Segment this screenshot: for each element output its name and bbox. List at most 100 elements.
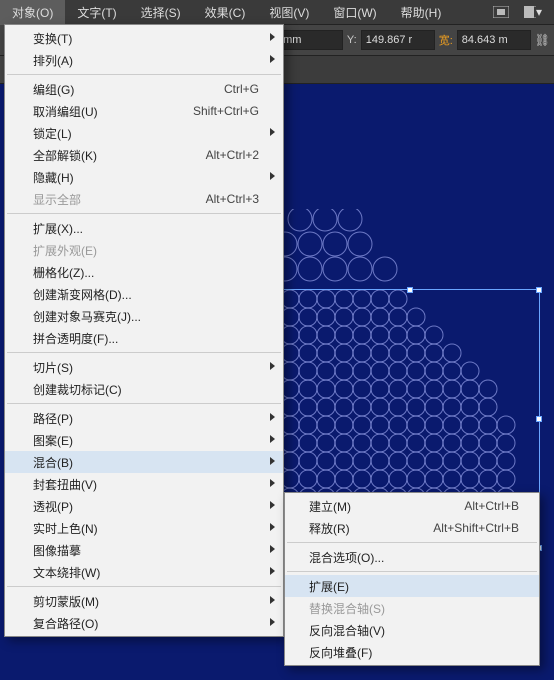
object-menu-item-21[interactable]: 图案(E) xyxy=(5,429,283,451)
w-label: 宽: xyxy=(439,32,453,48)
object-menu-item-15[interactable]: 拼合透明度(F)... xyxy=(5,327,283,349)
menu-item-label: 透视(P) xyxy=(33,498,259,515)
submenu-arrow-icon xyxy=(270,523,275,531)
object-menu-item-24[interactable]: 透视(P) xyxy=(5,495,283,517)
menu-item-label: 排列(A) xyxy=(33,52,259,69)
object-menu-item-20[interactable]: 路径(P) xyxy=(5,407,283,429)
object-menu-item-29[interactable]: 剪切蒙版(M) xyxy=(5,590,283,612)
menu-item-label: 创建对象马赛克(J)... xyxy=(33,308,259,325)
submenu-arrow-icon xyxy=(270,501,275,509)
object-menu-item-23[interactable]: 封套扭曲(V) xyxy=(5,473,283,495)
blend-submenu-separator xyxy=(287,542,537,543)
blend-submenu-separator xyxy=(287,571,537,572)
menu-效果[interactable]: 效果(C) xyxy=(193,0,258,25)
object-menu-item-25[interactable]: 实时上色(N) xyxy=(5,517,283,539)
menu-对象[interactable]: 对象(O) xyxy=(0,0,65,25)
object-menu: 变换(T)排列(A)编组(G)Ctrl+G取消编组(U)Shift+Ctrl+G… xyxy=(4,24,284,637)
object-menu-item-4[interactable]: 取消编组(U)Shift+Ctrl+G xyxy=(5,100,283,122)
menu-文字[interactable]: 文字(T) xyxy=(65,0,128,25)
blend-submenu-item-7[interactable]: 反向混合轴(V) xyxy=(285,619,539,641)
submenu-arrow-icon xyxy=(270,545,275,553)
blend-submenu-item-1[interactable]: 释放(R)Alt+Shift+Ctrl+B xyxy=(285,517,539,539)
submenu-arrow-icon xyxy=(270,479,275,487)
menu-item-label: 取消编组(U) xyxy=(33,103,193,120)
object-menu-item-0[interactable]: 变换(T) xyxy=(5,27,283,49)
submenu-arrow-icon xyxy=(270,172,275,180)
object-menu-item-22[interactable]: 混合(B) xyxy=(5,451,283,473)
blend-submenu-item-3[interactable]: 混合选项(O)... xyxy=(285,546,539,568)
object-menu-item-12[interactable]: 栅格化(Z)... xyxy=(5,261,283,283)
menu-item-label: 文本绕排(W) xyxy=(33,564,259,581)
link-icon[interactable]: ⛓ xyxy=(535,33,550,47)
menu-item-label: 切片(S) xyxy=(33,359,259,376)
object-menu-item-1[interactable]: 排列(A) xyxy=(5,49,283,71)
menu-item-label: 封套扭曲(V) xyxy=(33,476,259,493)
object-menu-item-3[interactable]: 编组(G)Ctrl+G xyxy=(5,78,283,100)
object-menu-item-14[interactable]: 创建对象马赛克(J)... xyxy=(5,305,283,327)
menu-item-label: 扩展(X)... xyxy=(33,220,259,237)
window-icon-1[interactable] xyxy=(492,3,510,21)
menubar: 对象(O)文字(T)选择(S)效果(C)视图(V)窗口(W)帮助(H) ▾ xyxy=(0,0,554,24)
menu-item-label: 实时上色(N) xyxy=(33,520,259,537)
menu-item-label: 反向堆叠(F) xyxy=(309,644,519,661)
handle-ne[interactable] xyxy=(536,287,542,293)
menu-item-label: 变换(T) xyxy=(33,30,259,47)
submenu-arrow-icon xyxy=(270,618,275,626)
submenu-arrow-icon xyxy=(270,435,275,443)
object-menu-item-17[interactable]: 切片(S) xyxy=(5,356,283,378)
menu-帮助[interactable]: 帮助(H) xyxy=(389,0,454,25)
menu-item-label: 复合路径(O) xyxy=(33,615,259,632)
object-menu-separator xyxy=(7,403,281,404)
shortcut-label: Ctrl+G xyxy=(224,82,259,96)
window-icon-2[interactable]: ▾ xyxy=(524,3,542,21)
menu-item-label: 创建渐变网格(D)... xyxy=(33,286,259,303)
object-menu-item-8: 显示全部Alt+Ctrl+3 xyxy=(5,188,283,210)
menu-item-label: 创建裁切标记(C) xyxy=(33,381,259,398)
menu-item-label: 混合选项(O)... xyxy=(309,549,519,566)
menu-视图[interactable]: 视图(V) xyxy=(257,0,321,25)
shortcut-label: Alt+Ctrl+3 xyxy=(206,192,259,206)
menu-item-label: 混合(B) xyxy=(33,454,259,471)
menu-item-label: 剪切蒙版(M) xyxy=(33,593,259,610)
blend-submenu-item-6: 替换混合轴(S) xyxy=(285,597,539,619)
submenu-arrow-icon xyxy=(270,413,275,421)
handle-n[interactable] xyxy=(407,287,413,293)
blend-submenu-item-0[interactable]: 建立(M)Alt+Ctrl+B xyxy=(285,495,539,517)
shortcut-label: Alt+Shift+Ctrl+B xyxy=(433,521,519,535)
object-menu-item-7[interactable]: 隐藏(H) xyxy=(5,166,283,188)
submenu-arrow-icon xyxy=(270,33,275,41)
menu-item-label: 隐藏(H) xyxy=(33,169,259,186)
object-menu-separator xyxy=(7,586,281,587)
submenu-arrow-icon xyxy=(270,457,275,465)
object-menu-item-10[interactable]: 扩展(X)... xyxy=(5,217,283,239)
menu-item-label: 拼合透明度(F)... xyxy=(33,330,259,347)
menu-item-label: 显示全部 xyxy=(33,191,206,208)
object-menu-item-30[interactable]: 复合路径(O) xyxy=(5,612,283,634)
object-menu-item-5[interactable]: 锁定(L) xyxy=(5,122,283,144)
menu-item-label: 扩展(E) xyxy=(309,578,519,595)
blend-submenu-item-8[interactable]: 反向堆叠(F) xyxy=(285,641,539,663)
submenu-arrow-icon xyxy=(270,567,275,575)
menu-item-label: 图像描摹 xyxy=(33,542,259,559)
menu-item-label: 图案(E) xyxy=(33,432,259,449)
menu-item-label: 编组(G) xyxy=(33,81,224,98)
w-field[interactable]: 84.643 m xyxy=(457,30,531,50)
object-menu-item-6[interactable]: 全部解锁(K)Alt+Ctrl+2 xyxy=(5,144,283,166)
object-menu-item-27[interactable]: 文本绕排(W) xyxy=(5,561,283,583)
menu-item-label: 路径(P) xyxy=(33,410,259,427)
menu-item-label: 释放(R) xyxy=(309,520,433,537)
menu-窗口[interactable]: 窗口(W) xyxy=(321,0,388,25)
menu-item-label: 全部解锁(K) xyxy=(33,147,206,164)
blend-submenu: 建立(M)Alt+Ctrl+B释放(R)Alt+Shift+Ctrl+B混合选项… xyxy=(284,492,540,666)
object-menu-item-26[interactable]: 图像描摹 xyxy=(5,539,283,561)
object-menu-item-13[interactable]: 创建渐变网格(D)... xyxy=(5,283,283,305)
y-label: Y: xyxy=(347,34,357,46)
submenu-arrow-icon xyxy=(270,596,275,604)
handle-e[interactable] xyxy=(536,416,542,422)
menu-item-label: 建立(M) xyxy=(309,498,464,515)
submenu-arrow-icon xyxy=(270,55,275,63)
blend-submenu-item-5[interactable]: 扩展(E) xyxy=(285,575,539,597)
object-menu-item-18[interactable]: 创建裁切标记(C) xyxy=(5,378,283,400)
y-field[interactable]: 149.867 r xyxy=(361,30,435,50)
menu-选择[interactable]: 选择(S) xyxy=(129,0,193,25)
